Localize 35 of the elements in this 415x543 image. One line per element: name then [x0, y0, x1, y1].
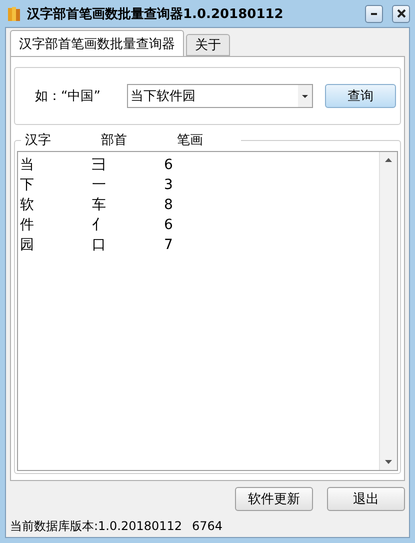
- scrollbar[interactable]: [379, 152, 397, 470]
- table-cell-text: 8: [164, 197, 174, 213]
- column-header: 笔画: [176, 132, 204, 149]
- caret-icon[interactable]: [298, 85, 312, 107]
- table-cell-text: 7: [164, 237, 174, 253]
- column-header: 部首: [100, 132, 128, 149]
- close-icon: [396, 9, 406, 18]
- table-cell-text: 彐: [92, 156, 107, 174]
- table-cell-text: 园: [20, 236, 35, 254]
- table-cell-text: 口: [92, 236, 107, 254]
- table-cell-text: 3: [164, 177, 174, 193]
- query-button[interactable]: 查询: [325, 84, 396, 108]
- action-button[interactable]: 退出: [327, 487, 405, 511]
- query-combobox[interactable]: 当下软件园: [126, 84, 313, 108]
- tab[interactable]: 汉字部首笔画数批量查询器: [10, 30, 184, 56]
- tab[interactable]: 关于: [186, 34, 230, 56]
- window-title: 汉字部首笔画数批量查询器1.0.20180112: [27, 6, 284, 22]
- minimize-icon: [371, 12, 377, 14]
- table-cell-text: 亻: [92, 216, 107, 234]
- database-version: 当前数据库版本:1.0.20180112: [10, 518, 182, 534]
- record-count: 6764: [192, 519, 223, 533]
- hint-label: 如：“中国”: [35, 88, 102, 105]
- table-cell-text: 软: [20, 196, 35, 214]
- table-cell-text: 下: [20, 176, 35, 194]
- minimize-button[interactable]: [365, 4, 383, 22]
- action-button[interactable]: 软件更新: [235, 487, 313, 511]
- table-cell-text: 一: [92, 176, 107, 194]
- app-icon: [7, 6, 21, 22]
- column-header: 汉字: [24, 132, 52, 149]
- close-button[interactable]: [392, 4, 410, 22]
- table-cell-text: 车: [92, 196, 107, 214]
- table-cell-text: 6: [164, 157, 174, 173]
- table-cell-text: 件: [20, 216, 35, 234]
- table-cell-text: 6: [164, 217, 174, 233]
- table-cell-text: 当: [20, 156, 35, 174]
